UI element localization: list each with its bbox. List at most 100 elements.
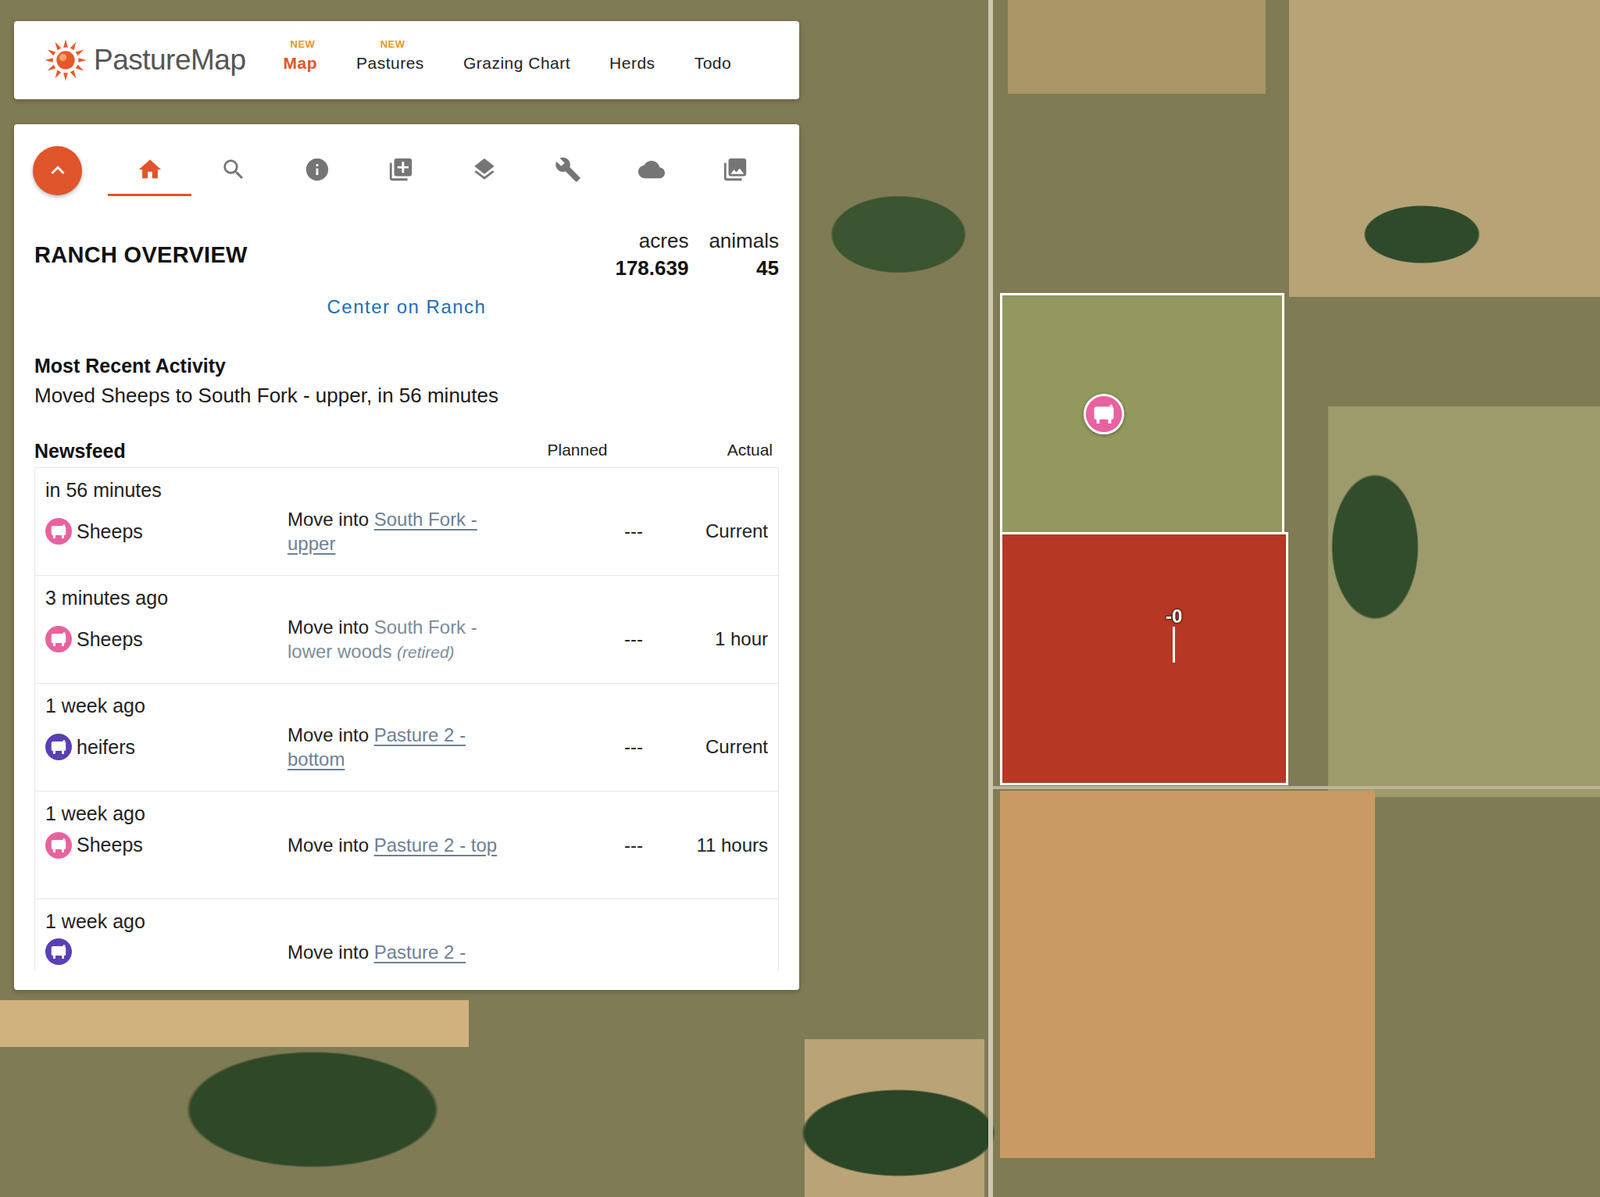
newsfeed-row[interactable]: 1 week agoMove into Pasture 2 - <box>35 899 779 971</box>
herd-cell[interactable]: Sheeps <box>45 830 288 861</box>
newsfeed-row[interactable]: 3 minutes agoSheepsMove into South Fork … <box>35 575 779 684</box>
icon-part <box>62 838 66 840</box>
herd-icon <box>45 938 72 965</box>
herd-cell[interactable]: Sheeps <box>45 517 288 547</box>
wrench-icon <box>554 156 582 183</box>
home-icon <box>136 156 164 183</box>
row-action: Move into Pasture 2 - <box>287 939 515 965</box>
pasture-outline[interactable] <box>1000 532 1289 786</box>
column-header: Actual <box>682 437 773 463</box>
icon-part <box>70 40 79 50</box>
pasture-outline[interactable] <box>1000 292 1285 535</box>
newsfeed-row[interactable]: 1 week ago Sheeps Move into Pasture 2 - to… <box>35 791 779 900</box>
nav-item[interactable]: Todo <box>694 39 733 81</box>
icon-part <box>44 57 53 63</box>
icon-part <box>62 524 66 526</box>
toolbar-tab[interactable] <box>442 144 526 197</box>
sun-logo-icon <box>43 38 88 83</box>
newsfeed-scroll[interactable]: in 56 minutes SheepsMove into South Fork … <box>34 467 779 971</box>
icon-part <box>51 839 66 853</box>
nav-item[interactable]: NEWMap <box>283 39 318 81</box>
herd-icon <box>45 625 72 653</box>
row-time: 1 week ago <box>45 800 768 827</box>
stat-label: animals <box>708 227 779 255</box>
herd-name: Sheeps <box>76 517 143 547</box>
icon-part <box>78 57 87 63</box>
main-nav: NEWMapNEWPasturesGrazing ChartHerdsTodo <box>283 39 733 81</box>
recent-text: Moved Sheeps to South Fork - upper, in 5… <box>34 380 779 411</box>
actual-cell: Current <box>680 517 768 546</box>
collapse-button[interactable] <box>32 146 83 196</box>
toolbar-tab[interactable] <box>525 144 610 197</box>
toolbar-tab[interactable] <box>107 144 192 197</box>
action-text: Move into <box>287 724 369 746</box>
planned-cell: --- <box>586 831 681 860</box>
nav-item[interactable]: Herds <box>609 39 656 81</box>
icon-part <box>63 39 68 48</box>
logo-text: PastureMap <box>93 38 247 83</box>
herd-cell[interactable]: heifers <box>45 732 288 763</box>
icon-part <box>51 946 66 959</box>
recent-activity: Most Recent ActivityMoved Sheeps to Sout… <box>34 353 779 411</box>
newsfeed-header: NewsfeedPlannedActual <box>34 437 779 463</box>
herd-cell[interactable]: Sheeps <box>45 625 288 655</box>
row-time: 1 week ago <box>45 692 768 719</box>
icon-part <box>45 517 72 545</box>
center-on-ranch-link[interactable]: Center on Ranch <box>34 292 779 322</box>
nav-item[interactable]: NEWPastures <box>356 39 425 81</box>
toolbar-tab[interactable] <box>358 144 443 197</box>
icon-part <box>59 53 67 61</box>
herd-icon <box>45 832 72 859</box>
new-badge: NEW <box>290 36 316 53</box>
icon-part <box>45 625 72 653</box>
herd-name: Sheeps <box>76 830 143 861</box>
nav-item[interactable]: Grazing Chart <box>463 39 571 81</box>
icon-part <box>46 47 56 56</box>
flag-pole <box>1172 626 1175 663</box>
herd-name: Sheeps <box>76 625 143 655</box>
row-grid: Sheeps Move into Pasture 2 - top ---11 hou… <box>45 830 768 861</box>
toolbar-tab[interactable] <box>692 144 777 197</box>
icon-part <box>45 733 72 761</box>
toolbar-tab[interactable] <box>609 144 693 197</box>
actual-cell: 1 hour <box>680 625 768 654</box>
stat: animals45 <box>708 227 779 283</box>
new-badge: NEW <box>380 36 406 53</box>
actual-cell: Current <box>680 732 768 761</box>
row-action: Move into Pasture 2 - top <box>287 832 515 858</box>
row-grid: SheepsMove into South Fork - upper---Cur… <box>45 507 768 556</box>
herd-marker[interactable] <box>1083 393 1125 435</box>
map-flag[interactable]: -0 <box>1162 606 1186 663</box>
newsfeed-row[interactable]: 1 week agoheifersMove into Pasture 2 - b… <box>35 683 779 792</box>
row-grid: SheepsMove into South Fork - lower woods… <box>45 614 768 664</box>
logo[interactable]: PastureMap <box>43 38 247 83</box>
herd-cell[interactable] <box>45 938 288 965</box>
icon-part <box>45 938 72 965</box>
planned-cell: --- <box>586 517 681 546</box>
actual-cell: 11 hours <box>680 831 768 860</box>
stat-value: 178.639 <box>614 254 689 283</box>
icon-part <box>63 72 68 82</box>
herd-icon <box>1085 396 1122 433</box>
icon-part <box>474 157 495 179</box>
icon-part <box>389 157 411 180</box>
nav-label: Pastures <box>356 53 425 72</box>
pasture-link[interactable]: Pasture 2 - <box>374 941 466 963</box>
toolbar-tab[interactable] <box>191 144 275 197</box>
photos-icon <box>721 156 749 183</box>
herd-icon <box>45 733 72 761</box>
toolbar-tab[interactable] <box>275 144 359 197</box>
layers-icon <box>471 156 498 183</box>
flag-label: -0 <box>1162 606 1186 627</box>
action-text: Move into <box>287 941 369 963</box>
icon-part <box>638 160 665 179</box>
pasture-link[interactable]: Pasture 2 - top <box>374 834 497 856</box>
icon-part <box>555 157 580 182</box>
icon-part <box>1085 396 1122 433</box>
newsfeed-row[interactable]: in 56 minutes SheepsMove into South Fork … <box>35 467 779 576</box>
satellite-map[interactable]: -0PastureMapNEWMapNEWPasturesGrazing Cha… <box>0 0 1600 1197</box>
search-icon <box>220 156 247 183</box>
row-time: in 56 minutes <box>45 477 768 504</box>
column-header: Planned <box>530 437 625 463</box>
icon-part <box>50 165 65 174</box>
